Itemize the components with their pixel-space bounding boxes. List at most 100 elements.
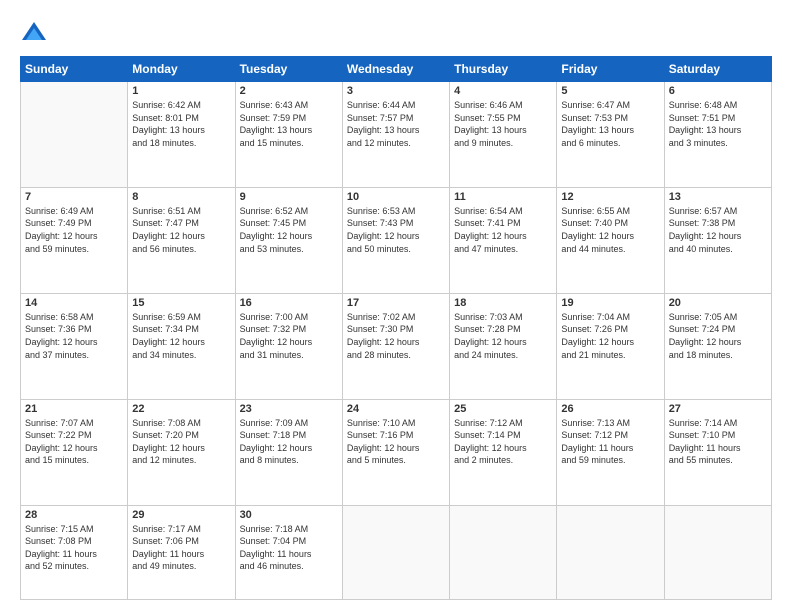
weekday-header-monday: Monday — [128, 57, 235, 82]
week-row-2: 7 Sunrise: 6:49 AM Sunset: 7:49 PM Daylig… — [21, 187, 772, 293]
calendar-cell: 29 Sunrise: 7:17 AM Sunset: 7:06 PM Dayli… — [128, 505, 235, 600]
day-info: Sunrise: 6:57 AM Sunset: 7:38 PM Dayligh… — [669, 205, 767, 255]
day-info: Sunrise: 7:07 AM Sunset: 7:22 PM Dayligh… — [25, 417, 123, 467]
day-number: 12 — [561, 191, 659, 203]
calendar-cell: 15Sunrise: 6:59 AM Sunset: 7:34 PM Dayli… — [128, 293, 235, 399]
day-info: Sunrise: 7:03 AM Sunset: 7:28 PM Dayligh… — [454, 311, 552, 361]
day-info: Sunrise: 7:09 AM Sunset: 7:18 PM Dayligh… — [240, 417, 338, 467]
calendar-cell: 19 Sunrise: 7:04 AM Sunset: 7:26 PM Dayli… — [557, 293, 664, 399]
day-info: Sunrise: 6:58 AM Sunset: 7:36 PM Dayligh… — [25, 311, 123, 361]
day-info: Sunrise: 6:49 AM Sunset: 7:49 PM Dayligh… — [25, 205, 123, 255]
day-number: 10 — [347, 191, 445, 203]
calendar-cell — [664, 505, 771, 600]
week-row-3: 14 Sunrise: 6:58 AM Sunset: 7:36 PM Dayli… — [21, 293, 772, 399]
calendar-cell: 24Sunrise: 7:10 AM Sunset: 7:16 PM Dayli… — [342, 399, 449, 505]
week-row-4: 21 Sunrise: 7:07 AM Sunset: 7:22 PM Dayli… — [21, 399, 772, 505]
day-info: Sunrise: 6:42 AM Sunset: 8:01 PM Dayligh… — [132, 99, 230, 149]
day-info: Sunrise: 7:00 AM Sunset: 7:32 PM Dayligh… — [240, 311, 338, 361]
day-info: Sunrise: 6:44 AM Sunset: 7:57 PM Dayligh… — [347, 99, 445, 149]
calendar-cell: 28 Sunrise: 7:15 AM Sunset: 7:08 PM Dayli… — [21, 505, 128, 600]
day-number: 17 — [347, 297, 445, 309]
day-info: Sunrise: 7:17 AM Sunset: 7:06 PM Dayligh… — [132, 523, 230, 573]
day-info: Sunrise: 6:54 AM Sunset: 7:41 PM Dayligh… — [454, 205, 552, 255]
day-number: 21 — [25, 403, 123, 415]
weekday-header-tuesday: Tuesday — [235, 57, 342, 82]
day-info: Sunrise: 7:13 AM Sunset: 7:12 PM Dayligh… — [561, 417, 659, 467]
day-number: 11 — [454, 191, 552, 203]
page: SundayMondayTuesdayWednesdayThursdayFrid… — [0, 0, 792, 612]
day-info: Sunrise: 7:04 AM Sunset: 7:26 PM Dayligh… — [561, 311, 659, 361]
day-number: 25 — [454, 403, 552, 415]
calendar-cell: 14 Sunrise: 6:58 AM Sunset: 7:36 PM Dayli… — [21, 293, 128, 399]
day-number: 5 — [561, 85, 659, 97]
day-number: 8 — [132, 191, 230, 203]
day-number: 2 — [240, 85, 338, 97]
day-number: 7 — [25, 191, 123, 203]
calendar-cell: 7 Sunrise: 6:49 AM Sunset: 7:49 PM Daylig… — [21, 187, 128, 293]
day-info: Sunrise: 6:46 AM Sunset: 7:55 PM Dayligh… — [454, 99, 552, 149]
weekday-header-wednesday: Wednesday — [342, 57, 449, 82]
day-info: Sunrise: 6:48 AM Sunset: 7:51 PM Dayligh… — [669, 99, 767, 149]
weekday-header-friday: Friday — [557, 57, 664, 82]
calendar-cell: 18Sunrise: 7:03 AM Sunset: 7:28 PM Dayli… — [450, 293, 557, 399]
calendar-cell: 3Sunrise: 6:44 AM Sunset: 7:57 PM Daylig… — [342, 82, 449, 188]
calendar-cell: 21 Sunrise: 7:07 AM Sunset: 7:22 PM Dayli… — [21, 399, 128, 505]
calendar-cell: 12 Sunrise: 6:55 AM Sunset: 7:40 PM Dayli… — [557, 187, 664, 293]
calendar-cell: 10 Sunrise: 6:53 AM Sunset: 7:43 PM Dayli… — [342, 187, 449, 293]
day-info: Sunrise: 7:05 AM Sunset: 7:24 PM Dayligh… — [669, 311, 767, 361]
calendar-cell: 9 Sunrise: 6:52 AM Sunset: 7:45 PM Daylig… — [235, 187, 342, 293]
day-number: 24 — [347, 403, 445, 415]
calendar-cell: 22 Sunrise: 7:08 AM Sunset: 7:20 PM Dayli… — [128, 399, 235, 505]
logo-icon — [20, 18, 48, 46]
calendar-cell: 17 Sunrise: 7:02 AM Sunset: 7:30 PM Dayli… — [342, 293, 449, 399]
day-number: 28 — [25, 509, 123, 521]
weekday-header-thursday: Thursday — [450, 57, 557, 82]
day-info: Sunrise: 7:12 AM Sunset: 7:14 PM Dayligh… — [454, 417, 552, 467]
calendar-cell: 8 Sunrise: 6:51 AM Sunset: 7:47 PM Daylig… — [128, 187, 235, 293]
weekday-header-row: SundayMondayTuesdayWednesdayThursdayFrid… — [21, 57, 772, 82]
week-row-1: 1 Sunrise: 6:42 AM Sunset: 8:01 PM Daylig… — [21, 82, 772, 188]
day-number: 23 — [240, 403, 338, 415]
day-number: 9 — [240, 191, 338, 203]
day-number: 6 — [669, 85, 767, 97]
day-info: Sunrise: 7:14 AM Sunset: 7:10 PM Dayligh… — [669, 417, 767, 467]
day-number: 20 — [669, 297, 767, 309]
day-number: 22 — [132, 403, 230, 415]
day-info: Sunrise: 6:52 AM Sunset: 7:45 PM Dayligh… — [240, 205, 338, 255]
calendar-cell: 1 Sunrise: 6:42 AM Sunset: 8:01 PM Daylig… — [128, 82, 235, 188]
day-number: 1 — [132, 85, 230, 97]
calendar-cell: 5 Sunrise: 6:47 AM Sunset: 7:53 PM Daylig… — [557, 82, 664, 188]
weekday-header-saturday: Saturday — [664, 57, 771, 82]
calendar-cell: 4 Sunrise: 6:46 AM Sunset: 7:55 PM Daylig… — [450, 82, 557, 188]
logo — [20, 18, 52, 46]
calendar-cell — [342, 505, 449, 600]
calendar-cell: 23 Sunrise: 7:09 AM Sunset: 7:18 PM Dayli… — [235, 399, 342, 505]
day-number: 29 — [132, 509, 230, 521]
day-info: Sunrise: 6:51 AM Sunset: 7:47 PM Dayligh… — [132, 205, 230, 255]
calendar-cell: 27 Sunrise: 7:14 AM Sunset: 7:10 PM Dayli… — [664, 399, 771, 505]
weekday-header-sunday: Sunday — [21, 57, 128, 82]
day-info: Sunrise: 7:18 AM Sunset: 7:04 PM Dayligh… — [240, 523, 338, 573]
day-number: 4 — [454, 85, 552, 97]
calendar-cell: 11 Sunrise: 6:54 AM Sunset: 7:41 PM Dayli… — [450, 187, 557, 293]
calendar-cell: 26Sunrise: 7:13 AM Sunset: 7:12 PM Dayli… — [557, 399, 664, 505]
day-info: Sunrise: 7:15 AM Sunset: 7:08 PM Dayligh… — [25, 523, 123, 573]
day-info: Sunrise: 7:08 AM Sunset: 7:20 PM Dayligh… — [132, 417, 230, 467]
calendar-cell — [21, 82, 128, 188]
day-number: 19 — [561, 297, 659, 309]
day-info: Sunrise: 6:59 AM Sunset: 7:34 PM Dayligh… — [132, 311, 230, 361]
header — [20, 18, 772, 46]
day-number: 14 — [25, 297, 123, 309]
calendar-cell: 13 Sunrise: 6:57 AM Sunset: 7:38 PM Dayli… — [664, 187, 771, 293]
day-info: Sunrise: 6:47 AM Sunset: 7:53 PM Dayligh… — [561, 99, 659, 149]
calendar-cell — [557, 505, 664, 600]
day-number: 27 — [669, 403, 767, 415]
week-row-5: 28 Sunrise: 7:15 AM Sunset: 7:08 PM Dayli… — [21, 505, 772, 600]
day-number: 13 — [669, 191, 767, 203]
calendar-cell: 16Sunrise: 7:00 AM Sunset: 7:32 PM Dayli… — [235, 293, 342, 399]
day-info: Sunrise: 6:53 AM Sunset: 7:43 PM Dayligh… — [347, 205, 445, 255]
day-info: Sunrise: 6:55 AM Sunset: 7:40 PM Dayligh… — [561, 205, 659, 255]
day-info: Sunrise: 6:43 AM Sunset: 7:59 PM Dayligh… — [240, 99, 338, 149]
day-info: Sunrise: 7:02 AM Sunset: 7:30 PM Dayligh… — [347, 311, 445, 361]
calendar-cell: 2 Sunrise: 6:43 AM Sunset: 7:59 PM Daylig… — [235, 82, 342, 188]
